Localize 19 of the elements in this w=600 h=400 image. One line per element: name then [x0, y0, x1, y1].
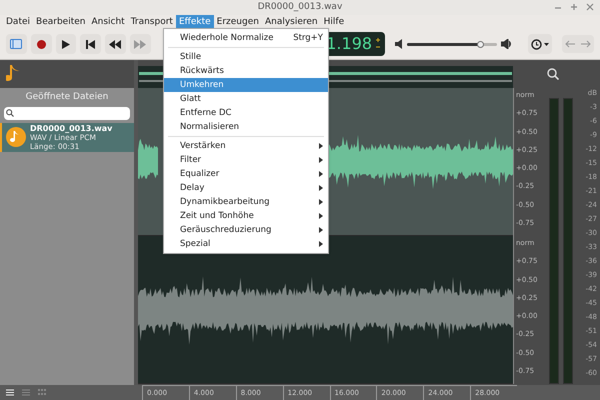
menu-entry-label: Delay — [180, 182, 204, 194]
menu-entry-label: Glatt — [180, 92, 201, 106]
menu-entry-label: Wiederhole Normalize — [180, 32, 274, 44]
menu-entry-label: Umkehren — [180, 78, 224, 92]
menu-entry-label: Filter — [180, 154, 202, 166]
menu-entry-label: Zeit und Tonhöhe — [180, 210, 254, 222]
menu-entry-label: Verstärken — [180, 140, 226, 152]
file-name: DR0000_0013.wav — [30, 124, 112, 132]
menu-entry-label: Geräuschreduzierung — [180, 224, 272, 236]
menu-entry-label: Normalisieren — [180, 120, 240, 134]
shortcut-label: Strg+Y — [293, 32, 323, 44]
window-title: DR0000_0013.wav — [258, 0, 342, 14]
panel-title: Geöffnete Dateien — [24, 91, 110, 104]
menu-entry-label: Dynamikbearbeitung — [180, 196, 270, 208]
menu-entry-label: Stille — [180, 50, 202, 64]
menu-entry-label: Equalizer — [180, 168, 220, 180]
menu-entry-label: Spezial — [180, 238, 210, 250]
menu-entry-label: Rückwärts — [180, 64, 224, 78]
menu-entry-label: Entferne DC — [180, 106, 232, 120]
